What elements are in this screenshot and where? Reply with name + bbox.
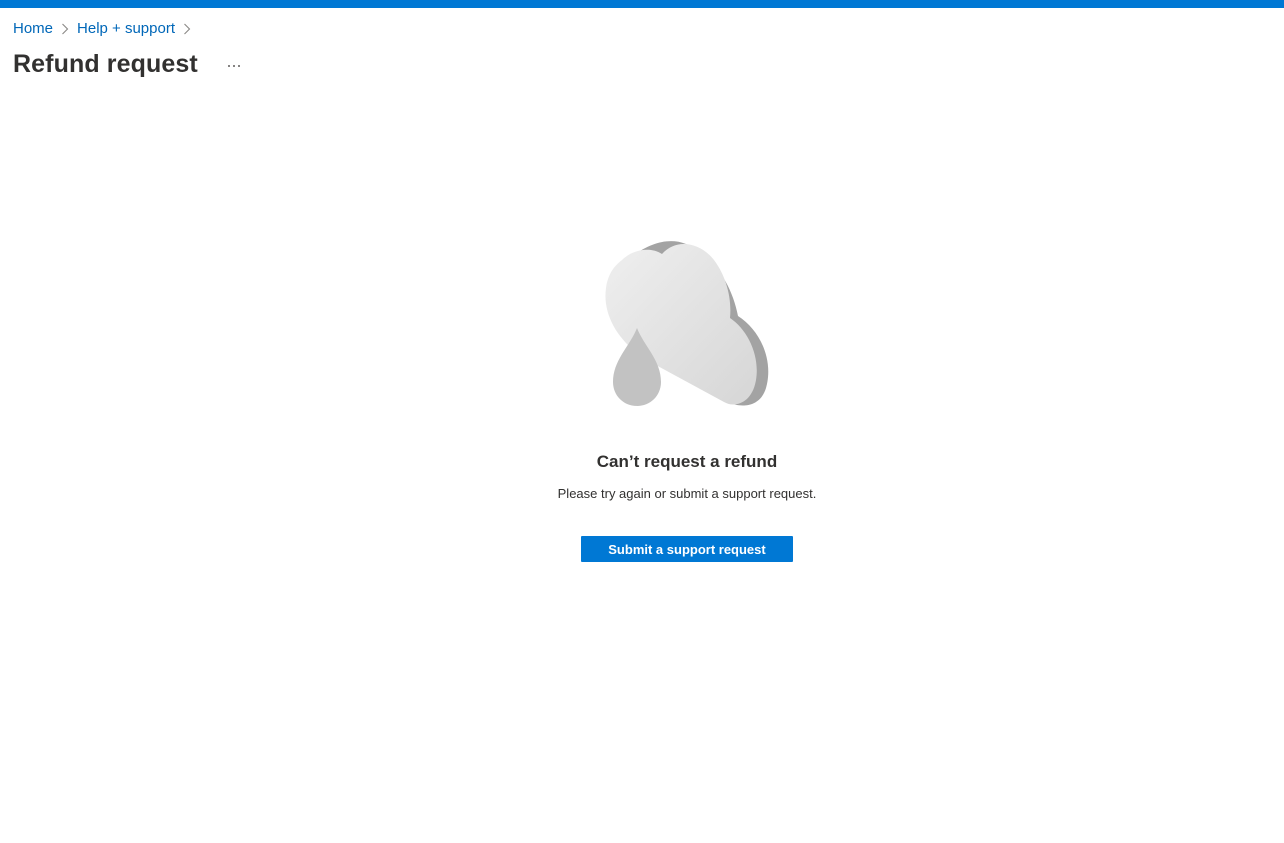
page-title: Refund request <box>13 49 198 78</box>
chevron-right-icon <box>175 18 199 38</box>
breadcrumb: Home Help + support <box>13 18 199 38</box>
cloud-raindrop-icon <box>600 238 772 410</box>
top-accent-bar <box>0 0 1284 8</box>
more-ellipsis-icon[interactable] <box>224 56 244 76</box>
submit-support-request-button[interactable]: Submit a support request <box>581 536 793 562</box>
empty-state-title: Can’t request a refund <box>596 452 778 471</box>
chevron-right-icon <box>53 18 77 38</box>
breadcrumb-help-support-link[interactable]: Help + support <box>77 20 175 37</box>
breadcrumb-home-link[interactable]: Home <box>13 20 53 37</box>
empty-state-message: Please try again or submit a support req… <box>557 486 817 501</box>
page-header: Refund request <box>13 46 244 82</box>
